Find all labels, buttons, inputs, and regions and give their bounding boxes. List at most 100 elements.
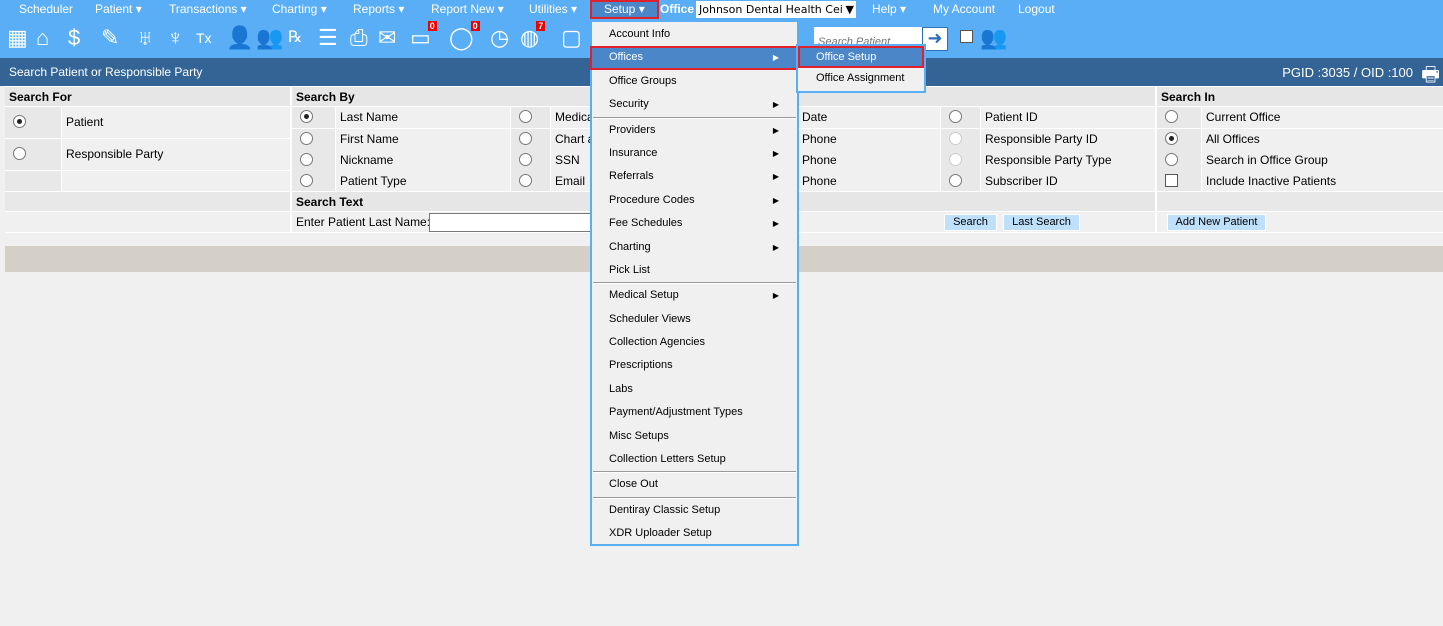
radio[interactable] <box>519 110 532 124</box>
radio[interactable] <box>519 174 532 188</box>
menu-item-security[interactable]: Security ▶ <box>592 93 797 116</box>
last-search-button[interactable]: Last Search <box>1003 214 1080 231</box>
menu-item-offices[interactable]: Offices ▶ <box>590 46 799 70</box>
menu-item-office-assignment[interactable]: Office Assignment <box>798 68 924 90</box>
menu-item-medical-setup[interactable]: Medical Setup ▶ <box>592 284 797 307</box>
tooth-crown-icon[interactable]: ♆ <box>167 25 184 51</box>
radio-cell[interactable] <box>292 107 335 128</box>
print-document-icon[interactable]: ⎙ <box>350 25 368 51</box>
notepad-icon[interactable]: ☰ <box>318 25 338 51</box>
nav-scheduler[interactable]: Scheduler <box>19 0 73 19</box>
treatment-icon[interactable]: Tx <box>196 25 212 51</box>
radio[interactable] <box>300 110 313 124</box>
nav-logout[interactable]: Logout <box>1018 0 1055 19</box>
group-check-icon[interactable]: 👥 <box>980 25 1007 51</box>
checkbox[interactable] <box>1165 174 1178 188</box>
mail-icon[interactable]: ✉ <box>378 25 396 51</box>
add-family-icon[interactable]: 👥 <box>256 25 283 51</box>
nav-utilities[interactable]: Utilities ▾ <box>529 0 577 19</box>
radio-cell[interactable] <box>511 150 550 171</box>
radio-cell[interactable] <box>511 129 550 150</box>
edit-list-icon[interactable]: ✎ <box>101 25 119 51</box>
add-user-icon[interactable]: 👤 <box>226 25 253 51</box>
search-in-control[interactable] <box>1157 150 1201 171</box>
menu-item-close-out[interactable]: Close Out <box>592 473 797 496</box>
menu-item-payment-adjustment-types[interactable]: Payment/Adjustment Types <box>592 401 797 424</box>
menu-item-scheduler-views[interactable]: Scheduler Views <box>592 308 797 331</box>
radio-cell[interactable] <box>511 107 550 128</box>
radio-patient[interactable] <box>5 107 61 138</box>
radio-cell[interactable] <box>511 171 550 191</box>
radio-cell[interactable] <box>292 150 335 171</box>
radio[interactable] <box>1165 132 1178 146</box>
radio-cell[interactable] <box>292 129 335 150</box>
radio-responsible-party[interactable] <box>5 139 61 170</box>
search-in-control[interactable] <box>1157 171 1201 191</box>
radio[interactable] <box>519 153 532 167</box>
menu-item-pick-list[interactable]: Pick List <box>592 259 797 282</box>
calendar-icon[interactable]: ▦ <box>7 25 28 51</box>
radio[interactable] <box>1165 153 1178 167</box>
menu-item-referrals[interactable]: Referrals ▶ <box>592 165 797 188</box>
radio[interactable] <box>300 132 313 146</box>
menu-item-account-info[interactable]: Account Info <box>592 23 797 46</box>
radio[interactable] <box>519 132 532 146</box>
menu-item-office-setup[interactable]: Office Setup <box>798 46 924 68</box>
menu-item-procedure-codes[interactable]: Procedure Codes ▶ <box>592 189 797 212</box>
home-icon[interactable]: ⌂ <box>36 25 49 51</box>
nav-transactions[interactable]: Transactions ▾ <box>169 0 247 19</box>
search-button[interactable]: Search <box>944 214 997 231</box>
radio[interactable] <box>949 110 962 124</box>
globe-user-icon[interactable]: ◍ 7 <box>520 21 546 51</box>
message-icon[interactable]: ▭ 0 <box>410 21 437 51</box>
prescription-icon[interactable]: ℞ <box>288 25 302 51</box>
radio-cell[interactable] <box>941 107 980 128</box>
chat-icon[interactable]: ◯ 0 <box>449 21 480 51</box>
nav-setup[interactable]: Setup ▾ <box>590 0 659 19</box>
radio-cell[interactable] <box>941 150 980 171</box>
radio[interactable] <box>949 174 962 188</box>
nav-help[interactable]: Help ▾ <box>872 0 906 19</box>
nav-reports[interactable]: Reports ▾ <box>353 0 404 19</box>
search-in-control[interactable] <box>1157 129 1201 150</box>
menu-item-charting[interactable]: Charting ▶ <box>592 236 797 259</box>
toolbar-checkbox[interactable] <box>960 30 973 43</box>
clock-icon[interactable]: ◷ <box>490 25 509 51</box>
menu-item-xdr-uploader-setup[interactable]: XDR Uploader Setup <box>592 522 797 545</box>
menu-item-fee-schedules[interactable]: Fee Schedules ▶ <box>592 212 797 235</box>
radio-cell[interactable] <box>292 171 335 191</box>
search-by-label: Patient Type <box>336 171 510 191</box>
radio[interactable] <box>13 115 26 129</box>
menu-item-misc-setups[interactable]: Misc Setups <box>592 425 797 448</box>
radio[interactable] <box>300 153 313 167</box>
nav-patient[interactable]: Patient ▾ <box>95 0 142 19</box>
radio-cell[interactable] <box>941 129 980 150</box>
search-in-control[interactable] <box>1157 107 1201 128</box>
radio-cell[interactable] <box>941 171 980 191</box>
menu-item-office-groups[interactable]: Office Groups <box>592 70 797 93</box>
radio[interactable] <box>13 147 26 161</box>
nav-charting[interactable]: Charting ▾ <box>272 0 327 19</box>
menu-item-label: Collection Letters Setup <box>609 453 726 466</box>
menu-item-collection-agencies[interactable]: Collection Agencies <box>592 331 797 354</box>
tooth-icon[interactable]: ♅ <box>137 25 154 51</box>
menu-item-label: Payment/Adjustment Types <box>609 406 743 419</box>
menu-item-collection-letters-setup[interactable]: Collection Letters Setup <box>592 448 797 471</box>
chevron-right-icon: ▶ <box>772 148 779 158</box>
radio[interactable] <box>949 153 962 167</box>
office-select[interactable]: Johnson Dental Health Cei ▼ <box>696 1 856 18</box>
menu-item-providers[interactable]: Providers ▶ <box>592 119 797 142</box>
radio[interactable] <box>300 174 313 188</box>
menu-item-insurance[interactable]: Insurance ▶ <box>592 142 797 165</box>
radio[interactable] <box>949 132 962 146</box>
nav-my-account[interactable]: My Account <box>933 0 995 19</box>
patient-last-name-input[interactable] <box>429 213 599 232</box>
dollar-transfer-icon[interactable]: $ <box>68 25 80 51</box>
menu-item-labs[interactable]: Labs <box>592 378 797 401</box>
add-new-patient-button[interactable]: Add New Patient <box>1167 214 1266 231</box>
nav-report-new[interactable]: Report New ▾ <box>431 0 504 19</box>
menu-item-prescriptions[interactable]: Prescriptions <box>592 354 797 377</box>
tooth-chart-icon[interactable]: ▢ <box>561 25 582 51</box>
menu-item-dentiray-classic-setup[interactable]: Dentiray Classic Setup <box>592 499 797 522</box>
radio[interactable] <box>1165 110 1178 124</box>
